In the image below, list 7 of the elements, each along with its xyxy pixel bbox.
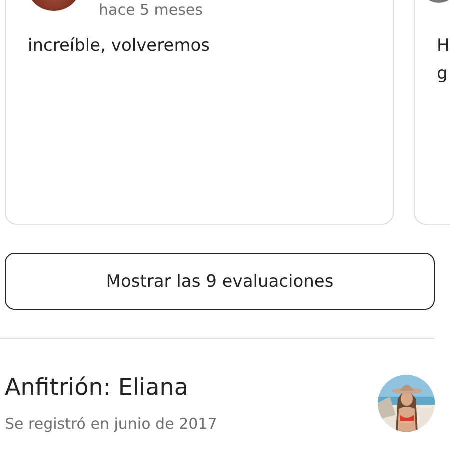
- review-date: hace 5 meses: [99, 1, 203, 19]
- host-title: Anfitrión: Eliana: [5, 375, 190, 403]
- show-all-reviews-button[interactable]: Mostrar las 9 evaluaciones: [5, 253, 435, 310]
- review-text: H: [437, 36, 450, 56]
- review-text: increíble, volveremos: [28, 36, 210, 56]
- host-joined-date: Se registró en junio de 2017: [5, 414, 218, 433]
- review-text: g: [437, 64, 448, 84]
